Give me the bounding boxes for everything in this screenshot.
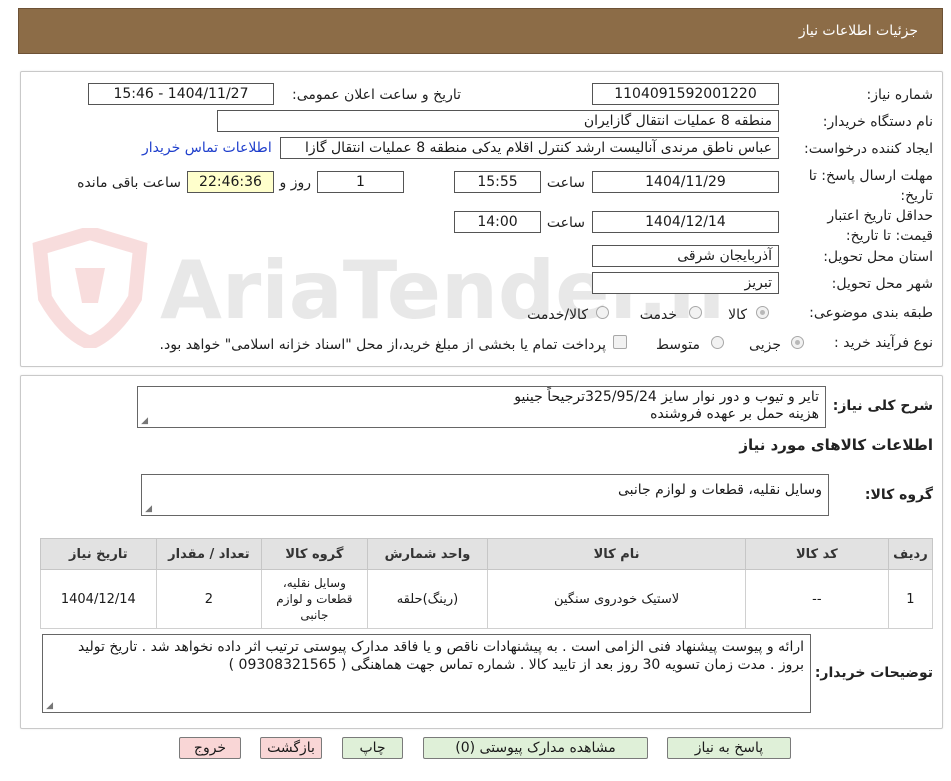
creator-label: ایجاد کننده درخواست:	[804, 141, 933, 157]
validity-label: حداقل تاریخ اعتبار قیمت: تا تاریخ:	[827, 208, 933, 244]
process-radio-medium[interactable]	[711, 336, 724, 349]
cell-group: وسایل نقلیه، قطعات و لوازم جانبی	[261, 569, 368, 629]
category-radio-goods[interactable]	[756, 306, 769, 319]
days-word: روز و	[279, 175, 312, 191]
buyer-org-label: نام دستگاه خریدار:	[822, 114, 933, 130]
goods-group-label: گروه کالا:	[864, 487, 933, 503]
reply-button[interactable]: پاسخ به نیاز	[667, 737, 791, 759]
buyer-notes-text: ارائه و پیوست پیشنهاد فنی الزامی است . ب…	[77, 639, 804, 673]
cell-unit: (رینگ)حلقه	[366, 569, 489, 629]
resize-grip-icon[interactable]: ◢	[45, 702, 53, 711]
announce-datetime-field: 1404/11/27 - 15:46	[88, 83, 274, 105]
category-label: طبقه بندی موضوعی:	[809, 305, 933, 321]
process-radio-minor[interactable]	[791, 336, 804, 349]
creator-field: عباس ناطق مرندی آنالیست ارشد کنترل اقلام…	[280, 137, 779, 159]
goods-section-title: اطلاعات کالاهای مورد نیاز	[739, 436, 933, 454]
cell-row-number: 1	[887, 569, 934, 629]
process-option-minor: جزیی	[749, 337, 781, 353]
summary-line-1: تایر و تیوب و دور نوار سایز 325/95/24ترج…	[514, 389, 819, 405]
col-header-code: کد کالا	[744, 538, 889, 570]
announce-datetime-label: تاریخ و ساعت اعلان عمومی:	[292, 87, 461, 103]
col-header-group: گروه کالا	[261, 538, 368, 570]
payment-note: پرداخت تمام یا بخشی از مبلغ خرید،از محل …	[159, 337, 606, 353]
category-radio-service[interactable]	[689, 306, 702, 319]
cell-date: 1404/12/14	[40, 569, 157, 629]
cell-code: --	[744, 569, 889, 629]
validity-date-field: 1404/12/14	[592, 211, 779, 233]
process-label: نوع فرآیند خرید :	[834, 335, 933, 351]
category-option-service: خدمت	[639, 307, 677, 323]
category-radio-goods-service[interactable]	[596, 306, 609, 319]
buyer-notes-label: توضیحات خریدار:	[814, 665, 933, 681]
deadline-time-word: ساعت	[546, 175, 585, 191]
col-header-date: تاریخ نیاز	[40, 538, 157, 570]
need-number-field: 1104091592001220	[592, 83, 779, 105]
goods-table: ردیف کد کالا نام کالا واحد شمارش گروه کا…	[40, 538, 934, 629]
buyer-notes-textarea[interactable]: ارائه و پیوست پیشنهاد فنی الزامی است . ب…	[42, 634, 811, 713]
remaining-time-field: 22:46:36	[187, 171, 274, 193]
validity-time-word: ساعت	[546, 215, 585, 231]
exit-button[interactable]: خروج	[179, 737, 241, 759]
city-field: تبریز	[592, 272, 779, 294]
deadline-date-field: 1404/11/29	[592, 171, 779, 193]
summary-label: شرح کلی نیاز:	[832, 398, 933, 414]
goods-table-header: ردیف کد کالا نام کالا واحد شمارش گروه کا…	[40, 538, 934, 570]
deadline-time-field: 15:55	[454, 171, 541, 193]
process-option-medium: متوسط	[656, 337, 700, 353]
resize-grip-icon[interactable]: ◢	[144, 505, 152, 514]
buyer-org-field: منطقه 8 عملیات انتقال گازایران	[217, 110, 779, 132]
cell-quantity: 2	[155, 569, 263, 629]
goods-group-textarea[interactable]: وسایل نقلیه، قطعات و لوازم جانبی ◢	[141, 474, 829, 516]
summary-textarea[interactable]: تایر و تیوب و دور نوار سایز 325/95/24ترج…	[137, 386, 826, 428]
print-button[interactable]: چاپ	[342, 737, 403, 759]
col-header-name: نام کالا	[487, 538, 746, 570]
category-option-goods-service: کالا/خدمت	[527, 307, 588, 323]
page-title: جزئیات اطلاعات نیاز	[798, 23, 918, 39]
view-attachments-button[interactable]: مشاهده مدارک پیوستی (0)	[423, 737, 648, 759]
table-row: 1 -- لاستیک خودروی سنگین (رینگ)حلقه وسای…	[40, 569, 934, 629]
col-header-quantity: تعداد / مقدار	[155, 538, 263, 570]
col-header-unit: واحد شمارش	[366, 538, 489, 570]
summary-line-2: هزینه حمل بر عهده فروشنده	[650, 406, 819, 422]
need-number-label: شماره نیاز:	[866, 87, 934, 103]
province-field: آذربایجان شرقی	[592, 245, 779, 267]
cell-name: لاستیک خودروی سنگین	[487, 569, 746, 629]
days-remaining-field: 1	[317, 171, 404, 193]
buyer-contact-link[interactable]: اطلاعات تماس خریدار	[142, 140, 272, 156]
validity-time-field: 14:00	[454, 211, 541, 233]
city-label: شهر محل تحویل:	[831, 276, 933, 292]
col-header-row: ردیف	[887, 538, 934, 570]
treasury-checkbox[interactable]	[613, 335, 627, 349]
deadline-label: مهلت ارسال پاسخ: تا تاریخ:	[808, 168, 933, 204]
province-label: استان محل تحویل:	[823, 249, 933, 265]
remaining-word: ساعت باقی مانده	[77, 175, 181, 191]
category-option-goods: کالا	[728, 307, 747, 323]
back-button[interactable]: بازگشت	[260, 737, 322, 759]
goods-group-value: وسایل نقلیه، قطعات و لوازم جانبی	[617, 482, 822, 498]
resize-grip-icon[interactable]: ◢	[140, 417, 148, 426]
page-header: جزئیات اطلاعات نیاز	[18, 8, 943, 54]
